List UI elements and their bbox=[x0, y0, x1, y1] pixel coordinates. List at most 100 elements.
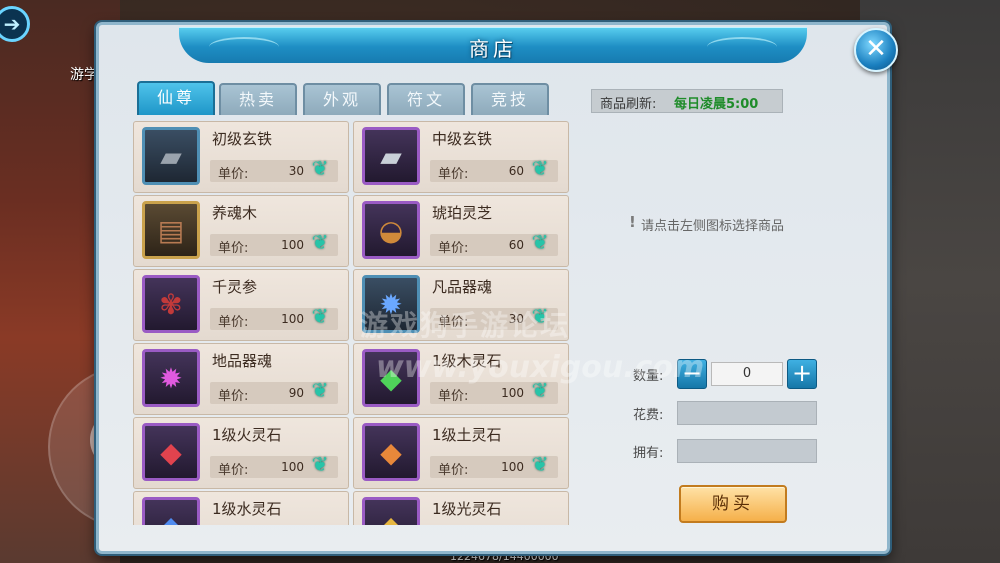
price-value: 100 bbox=[501, 386, 524, 400]
iron-ingot-icon: ▰ bbox=[142, 127, 200, 185]
orange-gem-icon: ◆ bbox=[362, 423, 420, 481]
ginseng-icon: ✾ bbox=[142, 275, 200, 333]
price-bar: 单价: 30 ❦ bbox=[210, 156, 338, 182]
item-card[interactable]: ▤ 养魂木 单价: 100 ❦ bbox=[133, 195, 349, 267]
item-name: 地品器魂 bbox=[212, 352, 273, 370]
jade-icon: ❦ bbox=[531, 452, 549, 476]
price-bar: 单价: 90 ❦ bbox=[210, 378, 338, 404]
item-card[interactable]: ◆ 1级火灵石 单价: 100 ❦ bbox=[133, 417, 349, 489]
quantity-increase-button[interactable]: + bbox=[787, 359, 817, 389]
item-name: 1级火灵石 bbox=[212, 426, 282, 444]
item-card[interactable]: ◆ 1级土灵石 单价: 100 ❦ bbox=[353, 417, 569, 489]
price-bar: 单价: 100 ❦ bbox=[210, 230, 338, 256]
quantity-label: 数量: bbox=[633, 369, 664, 384]
green-gem-icon: ◆ bbox=[362, 349, 420, 407]
buy-button[interactable]: 购买 bbox=[679, 485, 787, 523]
jade-icon: ❦ bbox=[311, 156, 329, 180]
purple-flame-icon: ✹ bbox=[142, 349, 200, 407]
price-bar: 单价: 100 ❦ bbox=[430, 378, 558, 404]
jade-icon: ❦ bbox=[531, 304, 549, 328]
shop-window: 商店 仙尊 热卖 外观 符文 竞技 ▰ 初级玄铁 单价: 30 ❦ ▰ 中级玄铁… bbox=[96, 22, 890, 554]
price-label: 单价: bbox=[438, 389, 469, 404]
item-name: 千灵参 bbox=[212, 278, 258, 296]
price-value: 100 bbox=[281, 312, 304, 326]
item-card[interactable]: ◆ 1级光灵石 bbox=[353, 491, 569, 525]
lingzhi-icon: ◒ bbox=[362, 201, 420, 259]
refresh-label: 商品刷新: bbox=[600, 97, 657, 112]
jade-icon: ❦ bbox=[311, 378, 329, 402]
yellow-gem-icon: ◆ bbox=[362, 497, 420, 525]
price-label: 单价: bbox=[218, 167, 249, 182]
blue-gem-icon: ◆ bbox=[142, 497, 200, 525]
item-card[interactable]: ▰ 初级玄铁 单价: 30 ❦ bbox=[133, 121, 349, 193]
jade-icon: ❦ bbox=[531, 378, 549, 402]
item-name: 1级水灵石 bbox=[212, 500, 282, 518]
price-label: 单价: bbox=[218, 389, 249, 404]
detail-panel: 商品刷新: 每日凌晨5:00 ! 请点击左侧图标选择商品 数量: − 0 + 花… bbox=[589, 87, 861, 527]
player-name: 游学 bbox=[70, 67, 98, 83]
price-value: 30 bbox=[288, 164, 304, 178]
refresh-time: 每日凌晨5:00 bbox=[674, 97, 759, 112]
price-bar: 单价: 30 ❦ bbox=[430, 304, 558, 330]
item-card[interactable]: ◒ 琥珀灵芝 单价: 60 ❦ bbox=[353, 195, 569, 267]
jade-icon: ❦ bbox=[311, 304, 329, 328]
item-name: 1级木灵石 bbox=[432, 352, 502, 370]
jade-icon: ❦ bbox=[311, 452, 329, 476]
price-value: 90 bbox=[288, 386, 304, 400]
price-value: 30 bbox=[508, 312, 524, 326]
owned-label: 拥有: bbox=[633, 446, 664, 461]
price-label: 单价: bbox=[438, 241, 469, 256]
price-value: 60 bbox=[508, 164, 524, 178]
item-name: 中级玄铁 bbox=[432, 130, 493, 148]
price-value: 100 bbox=[281, 238, 304, 252]
item-card[interactable]: ▰ 中级玄铁 单价: 60 ❦ bbox=[353, 121, 569, 193]
jade-icon: ❦ bbox=[531, 230, 549, 254]
item-card[interactable]: ✾ 千灵参 单价: 100 ❦ bbox=[133, 269, 349, 341]
price-value: 60 bbox=[508, 238, 524, 252]
price-bar: 单价: 100 ❦ bbox=[210, 452, 338, 478]
iron-ingot-icon: ▰ bbox=[362, 127, 420, 185]
item-name: 1级光灵石 bbox=[432, 500, 502, 518]
blue-flame-icon: ✹ bbox=[362, 275, 420, 333]
item-name: 养魂木 bbox=[212, 204, 258, 222]
tab-appearance[interactable]: 外观 bbox=[303, 83, 381, 115]
item-name: 初级玄铁 bbox=[212, 130, 273, 148]
price-label: 单价: bbox=[438, 167, 469, 182]
tab-arena[interactable]: 竞技 bbox=[471, 83, 549, 115]
price-value: 100 bbox=[281, 460, 304, 474]
price-bar: 单价: 100 ❦ bbox=[210, 304, 338, 330]
tab-hot[interactable]: 热卖 bbox=[219, 83, 297, 115]
item-name: 1级土灵石 bbox=[432, 426, 502, 444]
jade-icon: ❦ bbox=[531, 156, 549, 180]
price-label: 单价: bbox=[438, 463, 469, 478]
select-item-hint: 请点击左侧图标选择商品 bbox=[641, 219, 785, 234]
red-gem-icon: ◆ bbox=[142, 423, 200, 481]
item-card[interactable]: ◆ 1级木灵石 单价: 100 ❦ bbox=[353, 343, 569, 415]
owned-field bbox=[677, 439, 817, 463]
shop-header: 商店 bbox=[179, 27, 807, 63]
price-label: 单价: bbox=[438, 315, 469, 330]
item-card[interactable]: ✹ 地品器魂 单价: 90 ❦ bbox=[133, 343, 349, 415]
tab-xianzun[interactable]: 仙尊 bbox=[137, 81, 215, 115]
price-bar: 单价: 60 ❦ bbox=[430, 230, 558, 256]
quantity-decrease-button[interactable]: − bbox=[677, 359, 707, 389]
shop-title: 商店 bbox=[469, 37, 517, 61]
quantity-input[interactable]: 0 bbox=[711, 362, 783, 386]
jade-icon: ❦ bbox=[311, 230, 329, 254]
exclamation-icon: ! bbox=[629, 213, 636, 231]
price-label: 单价: bbox=[218, 241, 249, 256]
price-value: 100 bbox=[501, 460, 524, 474]
refresh-info: 商品刷新: 每日凌晨5:00 bbox=[591, 89, 783, 113]
item-name: 琥珀灵芝 bbox=[432, 204, 493, 222]
close-icon[interactable]: ✕ bbox=[854, 28, 898, 72]
price-label: 单价: bbox=[218, 315, 249, 330]
item-card[interactable]: ◆ 1级水灵石 bbox=[133, 491, 349, 525]
item-card[interactable]: ✹ 凡品器魂 单价: 30 ❦ bbox=[353, 269, 569, 341]
item-name: 凡品器魂 bbox=[432, 278, 493, 296]
wood-icon: ▤ bbox=[142, 201, 200, 259]
cost-label: 花费: bbox=[633, 408, 664, 423]
item-grid: ▰ 初级玄铁 单价: 30 ❦ ▰ 中级玄铁 单价: 60 ❦ ▤ 养魂木 单价… bbox=[133, 121, 571, 525]
tab-rune[interactable]: 符文 bbox=[387, 83, 465, 115]
price-bar: 单价: 60 ❦ bbox=[430, 156, 558, 182]
price-bar: 单价: 100 ❦ bbox=[430, 452, 558, 478]
